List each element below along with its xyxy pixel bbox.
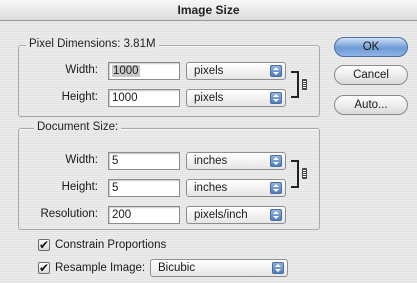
pixel-dimensions-size: 3.81M — [123, 38, 156, 50]
popup-arrows-icon — [270, 65, 282, 77]
resolution-unit-select[interactable]: pixels/inch — [186, 206, 286, 224]
constrain-proportions-checkbox[interactable]: ✔ — [38, 239, 50, 251]
pixel-height-field[interactable]: 1000 — [108, 89, 180, 107]
ok-button[interactable]: OK — [334, 37, 408, 57]
doc-height-unit: inches — [194, 182, 228, 194]
pixel-width-unit-select[interactable]: pixels — [186, 62, 286, 80]
chain-link-icon — [302, 79, 307, 90]
pixel-link-bracket — [291, 71, 299, 98]
doc-height-label: Height: — [61, 181, 98, 193]
resolution-label: Resolution: — [40, 208, 98, 220]
image-size-dialog: Image Size Pixel Dimensions: 3.81M Width… — [0, 0, 417, 283]
pixel-width-label: Width: — [65, 64, 98, 76]
popup-arrows-icon — [272, 262, 284, 274]
chain-link-icon — [302, 168, 307, 179]
popup-arrows-icon — [270, 182, 282, 194]
popup-arrows-icon — [270, 155, 282, 167]
popup-arrows-icon — [270, 92, 282, 104]
resample-image-label: Resample Image: — [55, 262, 146, 274]
doc-width-unit-select[interactable]: inches — [186, 152, 286, 170]
resolution-value: 200 — [112, 209, 132, 221]
document-size-legend: Document Size: — [34, 121, 122, 133]
pixel-height-label: Height: — [61, 91, 98, 103]
pixel-height-unit-select[interactable]: pixels — [186, 89, 286, 107]
doc-width-label: Width: — [65, 154, 98, 166]
resample-method-select[interactable]: Bicubic — [150, 259, 288, 277]
constrain-proportions-label: Constrain Proportions — [55, 239, 167, 251]
pixel-dimensions-legend: Pixel Dimensions: 3.81M — [26, 38, 159, 50]
pixel-dimensions-label: Pixel Dimensions: — [29, 38, 124, 50]
pixel-width-value: 1000 — [112, 65, 140, 77]
pixel-height-unit: pixels — [194, 92, 224, 104]
resample-image-checkbox[interactable]: ✔ — [38, 262, 50, 274]
doc-width-value: 5 — [112, 155, 119, 167]
pixel-width-field[interactable]: 1000 — [108, 62, 180, 80]
doc-height-unit-select[interactable]: inches — [186, 179, 286, 197]
doc-width-unit: inches — [194, 155, 228, 167]
dialog-title: Image Size — [0, 0, 417, 21]
resample-method: Bicubic — [158, 262, 196, 274]
doc-width-field[interactable]: 5 — [108, 152, 180, 170]
doc-height-value: 5 — [112, 182, 119, 194]
doc-link-bracket — [291, 160, 299, 188]
pixel-height-value: 1000 — [112, 92, 138, 104]
auto-button[interactable]: Auto... — [334, 95, 408, 115]
pixel-width-unit: pixels — [194, 65, 224, 77]
resolution-unit: pixels/inch — [194, 209, 248, 221]
cancel-button[interactable]: Cancel — [334, 65, 408, 85]
popup-arrows-icon — [270, 209, 282, 221]
resolution-field[interactable]: 200 — [108, 206, 180, 224]
doc-height-field[interactable]: 5 — [108, 179, 180, 197]
